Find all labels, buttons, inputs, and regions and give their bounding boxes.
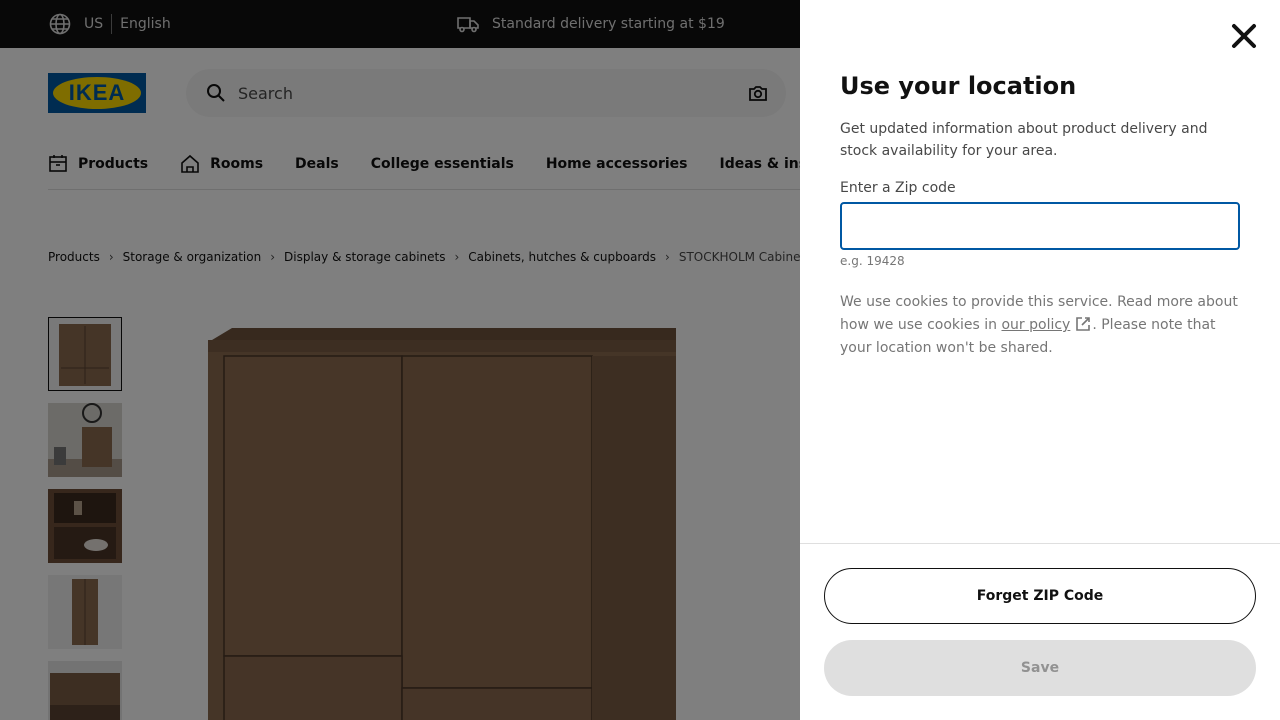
policy-link[interactable]: our policy	[1001, 317, 1070, 333]
modal-title: Use your location	[840, 72, 1077, 100]
modal-divider	[800, 543, 1280, 544]
zip-input-label: Enter a Zip code	[840, 180, 956, 196]
zip-code-input[interactable]	[840, 202, 1240, 250]
save-button[interactable]: Save	[824, 640, 1256, 696]
forget-zip-button[interactable]: Forget ZIP Code	[824, 568, 1256, 624]
modal-description: Get updated information about product de…	[840, 121, 1208, 159]
external-link-icon	[1076, 317, 1091, 331]
close-icon	[1232, 24, 1256, 48]
zip-hint: e.g. 19428	[840, 254, 905, 268]
cookie-notice: We use cookies to provide this service. …	[840, 291, 1240, 360]
close-button[interactable]	[1224, 16, 1264, 56]
